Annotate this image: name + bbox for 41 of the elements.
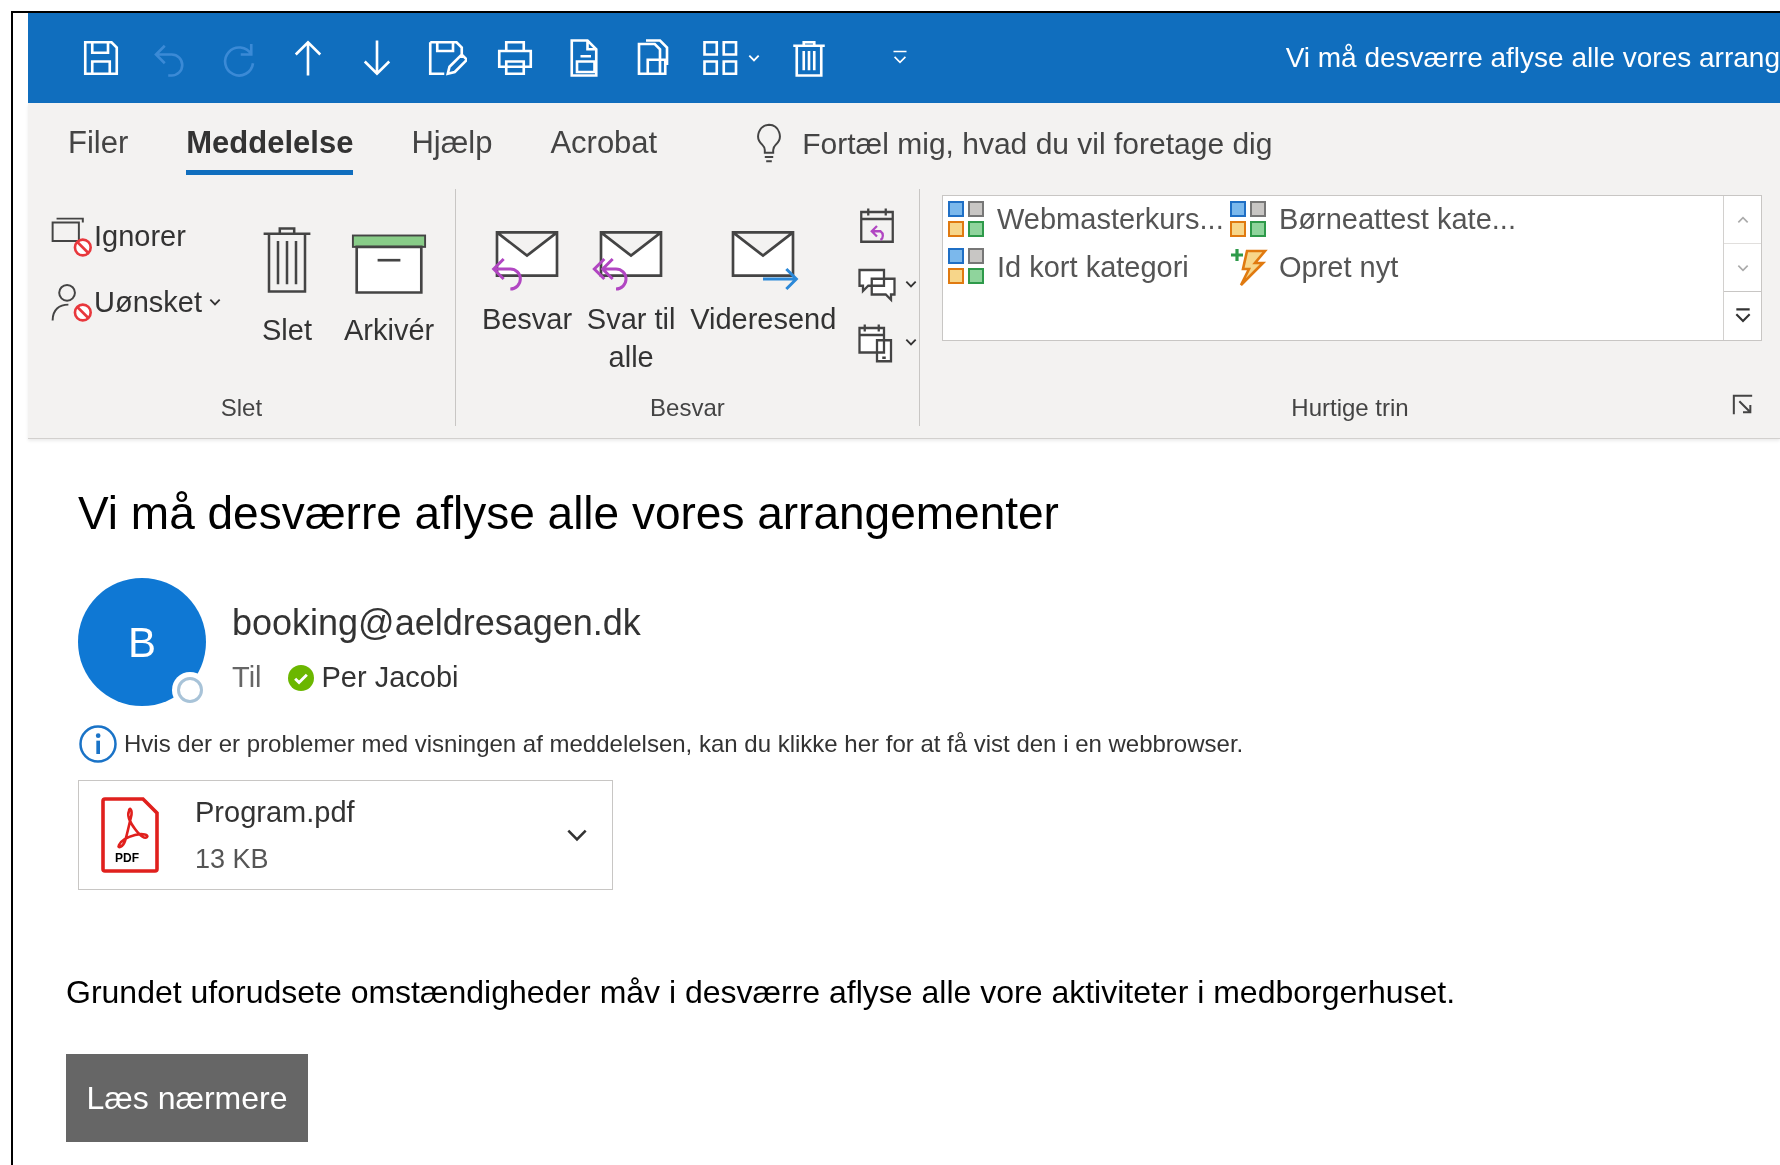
message-subject: Vi må desværre aflyse alle vores arrangementer bbox=[78, 486, 1060, 541]
read-more-button[interactable]: Læs nærmere bbox=[66, 1054, 308, 1142]
info-message[interactable]: Hvis der er problemer med visningen af meddelelsen, kan du klikke her for at få vist den i en webbrowser. bbox=[124, 726, 1244, 762]
lightning-plus-icon bbox=[1229, 247, 1269, 288]
archive-button[interactable]: Arkivér bbox=[344, 205, 435, 390]
attachment-card[interactable]: PDF Program.pdf 13 KB bbox=[78, 780, 613, 890]
archive-box-icon bbox=[351, 233, 428, 295]
dialog-launcher-icon[interactable] bbox=[1732, 394, 1754, 416]
to-label: Til bbox=[232, 660, 262, 695]
blocked-person-icon bbox=[50, 281, 92, 324]
attachment-name: Program.pdf bbox=[195, 795, 355, 830]
ribbon-tab[interactable]: Meddelelse bbox=[186, 119, 354, 176]
recipient-name[interactable]: Per Jacobi bbox=[321, 656, 459, 700]
message-body-text: Grundet uforudsete omstændigheder måv i desværre aflyse alle vore aktiviteter i medborgerhuset. bbox=[66, 973, 1457, 1012]
quick-step-button[interactable]: Børneattest kate... bbox=[1229, 198, 1723, 242]
window-title: Vi må desværre aflyse alle vores arrang bbox=[1285, 41, 1780, 75]
sender-address[interactable]: booking@aeldresagen.dk bbox=[232, 596, 641, 650]
reply-button[interactable]: Besvar bbox=[481, 205, 573, 390]
category-tiles-icon bbox=[947, 199, 987, 240]
group-label: Slet bbox=[220, 394, 263, 421]
info-icon bbox=[78, 724, 118, 764]
group-label: Hurtige trin bbox=[1291, 394, 1409, 421]
group-label: Besvar bbox=[650, 394, 725, 421]
reply-all-button[interactable]: Svar til alle bbox=[586, 205, 677, 390]
attachment-size: 13 KB bbox=[195, 842, 270, 876]
forward-button[interactable]: Videresend bbox=[690, 205, 837, 390]
ignore-icon bbox=[50, 215, 92, 258]
category-tiles-icon bbox=[1229, 199, 1269, 240]
quick-step-button[interactable]: Id kort kategori bbox=[947, 245, 1229, 289]
tell-me-field[interactable]: Fortæl mig, hvad du vil foretage dig bbox=[802, 120, 1273, 166]
ignore-button[interactable]: Ignorer bbox=[50, 215, 222, 259]
sender-avatar: B bbox=[78, 578, 206, 706]
quick-step-button[interactable]: Webmasterkurs... bbox=[947, 198, 1229, 242]
file-type-label: PDF bbox=[115, 850, 139, 867]
available-status-icon bbox=[287, 664, 314, 691]
ribbon-tab[interactable]: Filer bbox=[68, 119, 129, 176]
ribbon-tab[interactable]: Acrobat bbox=[550, 119, 658, 176]
create-quick-step-button[interactable]: Opret nyt bbox=[1229, 245, 1723, 289]
ribbon-tab[interactable]: Hjælp bbox=[411, 119, 493, 176]
junk-button[interactable]: Uønsket bbox=[50, 280, 222, 324]
delete-button[interactable]: Slet bbox=[260, 205, 314, 390]
